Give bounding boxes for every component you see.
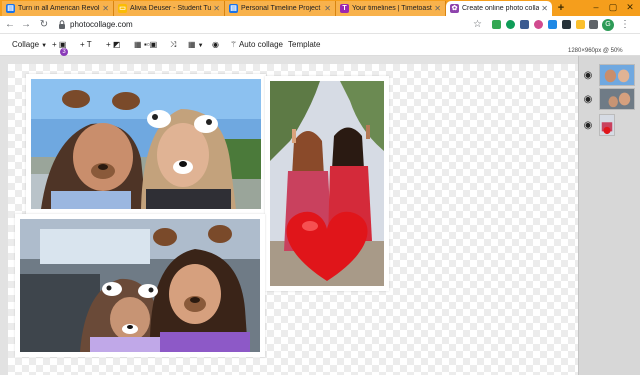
align-icon: ▪▫▣ bbox=[144, 40, 158, 49]
background-icon: ◩ bbox=[110, 40, 121, 49]
browser-tab-2[interactable]: ▭ Alivia Deuser - Student Turn in ✕ bbox=[114, 1, 225, 16]
extension-icon[interactable] bbox=[548, 20, 557, 29]
extension-icon[interactable] bbox=[506, 20, 515, 29]
profile-avatar[interactable]: G bbox=[602, 19, 614, 31]
browser-tab-5-active[interactable]: ✿ Create online photo collages ✕ bbox=[446, 1, 552, 16]
photocollage-icon: ✿ bbox=[450, 4, 459, 13]
back-icon[interactable]: ← bbox=[4, 19, 16, 31]
close-icon[interactable]: ✕ bbox=[541, 4, 548, 13]
extension-icon[interactable] bbox=[534, 20, 543, 29]
shuffle-icon: ⤨ bbox=[170, 40, 177, 49]
layer-row-2[interactable]: ◉ bbox=[581, 86, 639, 112]
posing-girls-image bbox=[270, 81, 384, 286]
template-label: Template bbox=[288, 40, 321, 49]
eye-icon[interactable]: ◉ bbox=[581, 70, 595, 81]
auto-collage-label: Auto collage bbox=[238, 40, 283, 49]
collage-menu-button[interactable]: Collage ▼ bbox=[12, 38, 47, 52]
posing-thumbnail-image bbox=[600, 115, 614, 135]
close-icon[interactable]: ✕ bbox=[102, 4, 109, 13]
collage-photo-3[interactable] bbox=[15, 214, 265, 357]
caret-down-icon: ▼ bbox=[41, 43, 48, 49]
car-selfie-image bbox=[20, 219, 260, 352]
add-background-button[interactable]: + ◩ bbox=[106, 38, 120, 52]
layers-panel: ◉ ◉ ◉ bbox=[578, 56, 640, 375]
slides-icon: ▭ bbox=[118, 4, 127, 13]
canvas-size-label: 1280×960px @ 50% bbox=[568, 48, 623, 54]
close-icon[interactable]: ✕ bbox=[324, 4, 331, 13]
car-thumbnail-image bbox=[600, 89, 634, 109]
window-close-icon[interactable]: ✕ bbox=[624, 1, 636, 14]
extension-icon[interactable] bbox=[520, 20, 529, 29]
doc-icon: ▤ bbox=[6, 4, 15, 13]
grid-button[interactable]: ▦ ▼ bbox=[188, 38, 204, 52]
close-icon[interactable]: ✕ bbox=[434, 4, 441, 13]
minimize-icon[interactable]: – bbox=[590, 1, 602, 14]
grid-icon: ▦ bbox=[188, 40, 196, 49]
tab-title: Turn in all American Revolutio bbox=[18, 5, 100, 12]
layers-icon: ▦ bbox=[134, 40, 142, 49]
forward-icon[interactable]: → bbox=[20, 19, 32, 31]
browser-tab-strip: ▤ Turn in all American Revolutio ✕ ▭ Ali… bbox=[0, 0, 640, 16]
tab-title: Alivia Deuser - Student Turn in bbox=[130, 5, 212, 12]
url-field[interactable]: photocollage.com bbox=[70, 19, 133, 31]
maximize-icon[interactable]: ▢ bbox=[607, 1, 619, 14]
align-button[interactable]: ▪▫▣ bbox=[144, 38, 157, 52]
auto-collage-button[interactable]: ⚚ Auto collage bbox=[230, 38, 283, 52]
extensions-puzzle-icon[interactable] bbox=[589, 20, 598, 29]
collage-menu-label: Collage bbox=[12, 40, 40, 49]
shuffle-button[interactable]: ⤨ bbox=[170, 38, 176, 52]
selfie-thumbnail-image bbox=[600, 65, 634, 85]
reload-icon[interactable]: ↻ bbox=[38, 19, 50, 31]
text-icon: T bbox=[86, 40, 92, 49]
selfie-outdoor-image bbox=[31, 79, 261, 209]
eye-icon[interactable]: ◉ bbox=[581, 94, 595, 105]
eye-icon: ◉ bbox=[212, 40, 219, 49]
timetoast-icon: T bbox=[340, 4, 349, 13]
close-icon[interactable]: ✕ bbox=[213, 4, 220, 13]
preview-button[interactable]: ◉ bbox=[212, 38, 219, 52]
lock-icon bbox=[59, 20, 65, 29]
photo-count-badge: 3 bbox=[60, 48, 68, 56]
tab-title: Create online photo collages bbox=[462, 5, 540, 12]
browser-tab-4[interactable]: T Your timelines | Timetoast tim ✕ bbox=[336, 1, 446, 16]
template-button[interactable]: Template bbox=[288, 38, 320, 52]
tab-title: Your timelines | Timetoast tim bbox=[352, 5, 432, 12]
collage-photo-2[interactable] bbox=[265, 76, 389, 291]
tab-title: Personal Timeline Project - Go bbox=[241, 5, 322, 12]
extension-icon[interactable] bbox=[492, 20, 501, 29]
layer-row-3[interactable]: ◉ bbox=[581, 112, 639, 138]
layer-row-1[interactable]: ◉ bbox=[581, 62, 639, 88]
browser-menu-icon[interactable]: ⋮ bbox=[620, 19, 630, 31]
add-text-button[interactable]: + T bbox=[80, 38, 92, 52]
extension-icon[interactable] bbox=[576, 20, 585, 29]
collage-canvas[interactable] bbox=[8, 64, 578, 375]
plus-icon: + bbox=[80, 40, 87, 49]
layout-layers-button[interactable]: ▦ bbox=[134, 38, 142, 52]
new-tab-button[interactable]: + bbox=[555, 2, 567, 14]
address-bar-row: ← → ↻ photocollage.com ☆ G ⋮ bbox=[0, 16, 640, 34]
bookmark-star-icon[interactable]: ☆ bbox=[473, 19, 482, 31]
eye-icon[interactable]: ◉ bbox=[581, 120, 595, 131]
extension-icon[interactable] bbox=[562, 20, 571, 29]
doc-icon: ▤ bbox=[229, 4, 238, 13]
collage-photo-1[interactable] bbox=[26, 74, 266, 214]
layer-thumbnail bbox=[599, 114, 615, 136]
layer-thumbnail bbox=[599, 88, 635, 110]
caret-down-icon: ▼ bbox=[197, 43, 204, 49]
browser-tab-3[interactable]: ▤ Personal Timeline Project - Go ✕ bbox=[225, 1, 336, 16]
collage-toolbar: Collage ▼ + ▣ + T + ◩ ▦ ▪▫▣ ⤨ ▦ ▼ ◉ ⚚ Auto… bbox=[0, 34, 640, 56]
workspace bbox=[0, 56, 578, 375]
magic-wand-icon: ⚚ bbox=[230, 40, 239, 49]
browser-tab-1[interactable]: ▤ Turn in all American Revolutio ✕ bbox=[2, 1, 114, 16]
layer-thumbnail bbox=[599, 64, 635, 86]
